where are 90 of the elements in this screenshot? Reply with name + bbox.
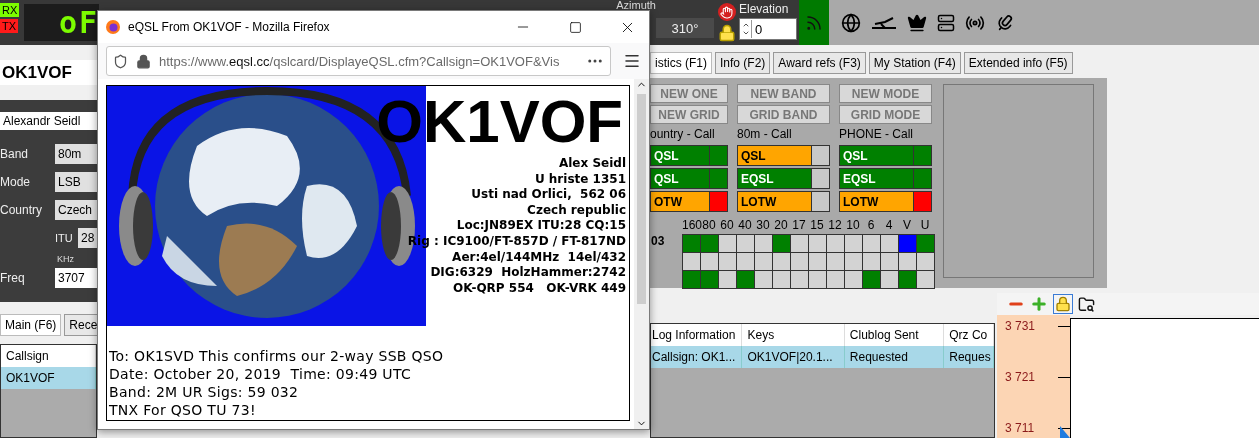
band-label: 30 (755, 218, 771, 234)
rx-indicator: RX (0, 3, 20, 17)
address-line: Loc:JN89EX ITU:28 CQ:15 (456, 218, 626, 234)
status-bar: QSL (738, 146, 811, 165)
status-bar: QSL (840, 146, 913, 165)
status-title: PHONE - Call (839, 126, 914, 143)
scrollbar[interactable] (634, 79, 649, 429)
frequency-tick: 3 721 (1005, 370, 1036, 384)
band-label: 6 (866, 218, 876, 234)
tab[interactable]: Extended info (F5) (963, 52, 1073, 74)
field-label: Mode (0, 175, 32, 189)
band-label: 20 (773, 218, 789, 234)
tab[interactable]: Award refs (F3) (773, 52, 866, 74)
zoom-in-icon[interactable] (1030, 295, 1048, 313)
frequency-tick: 3 731 (1005, 319, 1036, 333)
table-row[interactable]: Callsign: OK1... OK1VOF|20.1... Requested Reques (651, 346, 994, 368)
azimuth-value: 310° (656, 18, 714, 38)
status-bar: LOTW (738, 192, 811, 211)
tab[interactable]: My Station (F4) (868, 52, 961, 74)
table-cell: OK1VOF|20.1... (742, 346, 845, 368)
table-cell: Requested (844, 346, 945, 368)
window-title: eQSL From OK1VOF - Mozilla Firefox (128, 20, 331, 34)
band-label: 40 (737, 218, 753, 234)
sled-icon[interactable] (871, 15, 897, 30)
address-line: Alex Seidl (558, 156, 626, 172)
address-line: U hriste 1351 (534, 171, 626, 188)
frequency-tick: 3 711 (1005, 421, 1035, 435)
band-label: U (919, 218, 931, 234)
lock-toggle[interactable] (1053, 294, 1073, 314)
message-line: Date: October 20, 2019 Time: 09:49 UTC (109, 365, 413, 383)
app-logo-icon (106, 20, 120, 34)
field-value[interactable]: Czech (55, 200, 97, 220)
band-label: 4 (884, 218, 894, 234)
address-line: OK-QRP 554 OK-VRK 449 (452, 280, 626, 297)
padlock-icon[interactable] (136, 53, 151, 69)
field-label: Band (0, 147, 30, 161)
server-icon[interactable] (937, 13, 955, 32)
signal-icon[interactable] (805, 13, 823, 32)
message-line: To: OK1SVD This confirms our 2-way SSB QSO (109, 347, 445, 365)
band-label: 15 (809, 218, 825, 234)
status-bar: EQSL (738, 169, 811, 188)
crown-icon[interactable] (907, 12, 927, 33)
status-bar: QSL (651, 169, 709, 188)
band-label: 10 (845, 218, 861, 234)
menu-icon[interactable] (623, 52, 641, 70)
folder-search-icon[interactable] (1078, 295, 1095, 313)
stop-hand-icon[interactable] (717, 3, 736, 21)
table-cell: Callsign: OK1... (651, 346, 743, 368)
globe-icon[interactable] (841, 12, 861, 33)
status-title: ountry - Call (650, 126, 716, 143)
tab[interactable]: Info (F2) (715, 52, 771, 74)
frequency-display: oF (58, 5, 99, 40)
band-label: 12 (827, 218, 843, 234)
band-label: 80 (701, 218, 717, 234)
name-field[interactable]: Alexandr Seidl (0, 112, 97, 130)
band-label: V (902, 218, 912, 234)
callsign-field[interactable]: OK1VOF (0, 60, 97, 85)
table-cell: Reques (944, 346, 994, 368)
lock-icon[interactable] (717, 24, 736, 42)
unit-label: KHz (57, 254, 75, 264)
shield-icon[interactable] (113, 53, 128, 69)
address-line: Czech republic (527, 202, 626, 219)
band-label: 60 (719, 218, 735, 234)
elevation-label: Elevation (739, 2, 790, 16)
address-line: Aer:4el/144MHz 14el/432 (452, 249, 626, 266)
tab[interactable]: istics (F1) (650, 52, 712, 74)
address-bar[interactable]: https://www.eqsl.cc/qslcard/DisplayeQSL.cfm?Callsign=OK1VOF&Vis (106, 46, 611, 76)
field-label: Country (0, 203, 44, 217)
itu-field[interactable]: 28 (78, 228, 97, 248)
band-label: 17 (791, 218, 807, 234)
tab[interactable]: Rece (64, 314, 98, 336)
address-line: Usti nad Orlici, 562 06 (471, 187, 626, 203)
itu-label: ITU (55, 232, 74, 244)
field-value[interactable]: LSB (55, 172, 97, 192)
tx-indicator: TX (0, 19, 19, 33)
row-label: 03 (650, 234, 665, 250)
status-bar: LOTW (840, 192, 913, 211)
status-bar: EQSL (840, 169, 913, 188)
azimuth-label: Azimuth (616, 0, 656, 10)
status-bar: QSL (651, 146, 709, 165)
status-title: 80m - Call (737, 126, 793, 143)
freq-label: Freq (0, 271, 26, 285)
field-value[interactable]: 80m (55, 144, 97, 164)
status-bar: OTW (651, 192, 709, 211)
message-line: TNX For QSO TU 73! (109, 401, 257, 419)
message-line: Band: 2M UR Sigs: 59 032 (109, 383, 300, 401)
freq-field[interactable]: 3707 (55, 268, 97, 288)
elevation-field[interactable]: 0 (739, 18, 797, 40)
address-line: DIG:6329 HolzHammer:2742 (430, 265, 626, 281)
tab[interactable]: Main (F6) (0, 314, 62, 336)
